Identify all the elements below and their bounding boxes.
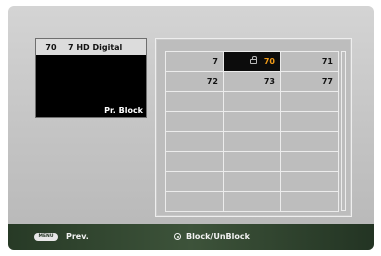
channel-cell[interactable]: 71 xyxy=(281,52,339,72)
channel-cell[interactable] xyxy=(281,92,339,112)
channel-number: 73 xyxy=(263,77,275,86)
preview-header: 70 7 HD Digital xyxy=(36,39,146,55)
channel-cell[interactable] xyxy=(224,172,281,192)
channel-cell[interactable] xyxy=(166,152,224,172)
channel-list-panel: 7 70 71 72 73 77 xyxy=(155,38,352,217)
block-status-label: Pr. Block xyxy=(104,106,143,115)
channel-number: 72 xyxy=(206,77,218,86)
channel-number: 77 xyxy=(321,77,333,86)
channel-cell[interactable] xyxy=(224,152,281,172)
preview-channel-name: 7 HD Digital xyxy=(68,42,123,52)
channel-cell[interactable] xyxy=(281,192,339,212)
channel-cell[interactable] xyxy=(166,132,224,152)
channel-cell[interactable] xyxy=(224,192,281,212)
channel-grid: 7 70 71 72 73 77 xyxy=(165,51,339,212)
channel-number: 70 xyxy=(263,57,275,66)
channel-number: 71 xyxy=(321,57,333,66)
lock-icon xyxy=(249,56,257,64)
channel-list-scrollbar[interactable] xyxy=(341,51,346,211)
channel-cell[interactable] xyxy=(281,172,339,192)
preview-channel-number: 70 xyxy=(45,42,57,52)
prev-label: Prev. xyxy=(66,232,89,241)
channel-cell[interactable] xyxy=(166,92,224,112)
channel-cell[interactable] xyxy=(166,112,224,132)
channel-cell[interactable]: 73 xyxy=(224,72,281,92)
channel-cell[interactable]: 7 xyxy=(166,52,224,72)
menu-button[interactable]: MENU xyxy=(34,233,58,241)
block-unblock-label: Block/UnBlock xyxy=(186,232,250,241)
channel-cell[interactable] xyxy=(224,112,281,132)
osd-screen: 70 7 HD Digital Pr. Block 7 70 71 72 73 77 ME… xyxy=(8,6,374,250)
channel-cell[interactable] xyxy=(281,132,339,152)
channel-cell-selected[interactable]: 70 xyxy=(224,52,281,72)
channel-cell[interactable] xyxy=(224,132,281,152)
channel-cell[interactable] xyxy=(281,152,339,172)
channel-cell[interactable] xyxy=(224,92,281,112)
channel-cell[interactable]: 72 xyxy=(166,72,224,92)
channel-cell[interactable] xyxy=(166,172,224,192)
help-bar: MENU Prev. Block/UnBlock xyxy=(8,224,374,250)
channel-number: 7 xyxy=(212,57,218,66)
channel-cell[interactable] xyxy=(281,112,339,132)
channel-cell[interactable] xyxy=(166,192,224,212)
channel-preview: 70 7 HD Digital Pr. Block xyxy=(35,38,147,118)
enter-icon xyxy=(174,233,181,240)
channel-cell[interactable]: 77 xyxy=(281,72,339,92)
